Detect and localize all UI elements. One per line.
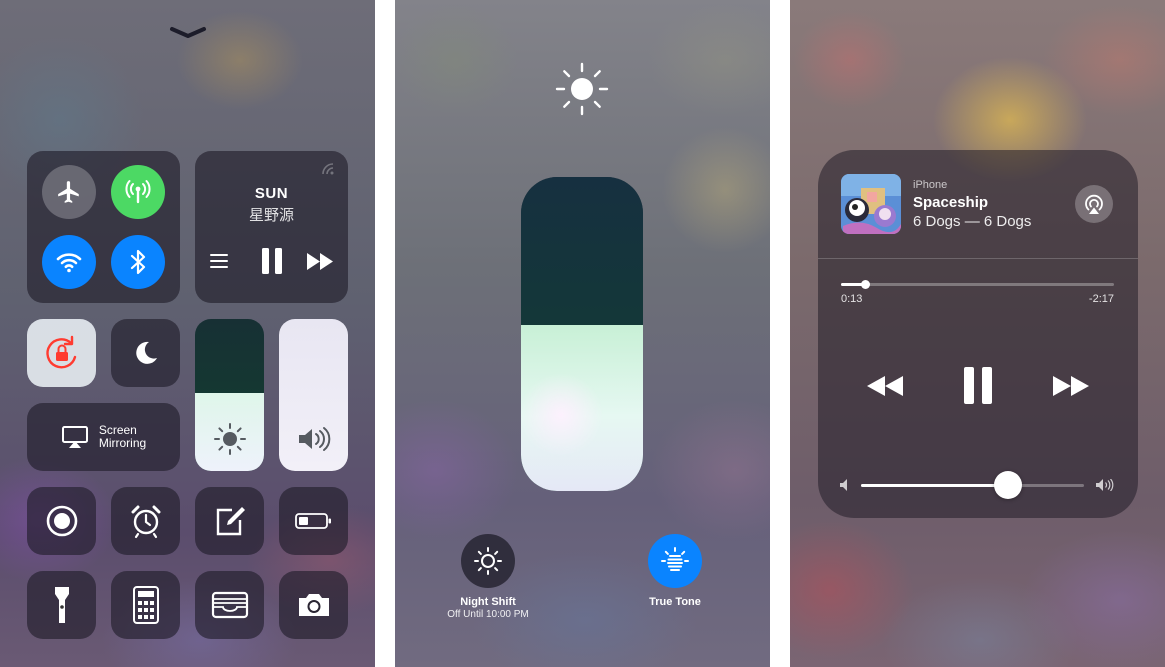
night-shift-icon [474,547,502,575]
flashlight-icon [54,587,69,623]
brightness-large-slider[interactable] [521,177,643,491]
airplay-audio-icon [1085,194,1103,214]
wifi-toggle[interactable] [42,235,96,289]
rotation-lock-icon [45,335,76,369]
screen-mirroring-button[interactable]: Screen Mirroring [27,403,180,471]
moon-icon [135,341,157,364]
wifi-icon [56,253,82,273]
night-shift-toggle[interactable] [461,534,515,588]
volume-knob[interactable] [994,471,1023,499]
song-title: Spaceship [913,194,989,211]
elapsed-time: 0:13 [841,293,863,305]
antenna-icon [125,180,151,204]
airplane-icon [58,181,79,203]
do-not-disturb-toggle[interactable] [111,319,180,387]
artist-album: 6 Dogs — 6 Dogs [913,213,1032,230]
note-pencil-icon [216,507,245,536]
wallet-icon [211,591,248,619]
notes-button[interactable] [195,487,264,555]
orientation-lock-toggle[interactable] [27,319,96,387]
divider [818,258,1138,259]
chevron-down-icon[interactable] [168,24,208,40]
scrubber-knob[interactable] [860,280,870,289]
calculator-icon [132,586,159,624]
list-icon[interactable] [210,253,228,269]
music-module[interactable]: SUN 星野源 [195,151,348,303]
record-icon [46,505,77,537]
control-center-panel: SUN 星野源 Screen Mirroring [0,0,375,667]
airplay-screen-icon [61,426,88,448]
volume-slider[interactable] [861,471,1084,499]
now-playing-card: iPhone Spaceship 6 Dogs — 6 Dogs 0:13 -2… [818,150,1138,518]
airplane-mode-toggle[interactable] [42,165,96,219]
brightness-slider[interactable] [195,319,264,471]
true-tone-toggle[interactable] [648,534,702,588]
connectivity-module [27,151,180,303]
flashlight-button[interactable] [27,571,96,639]
alarm-clock-icon [131,505,160,539]
true-tone-label: True Tone [649,596,701,608]
low-power-mode-button[interactable] [279,487,348,555]
output-device-label: iPhone [913,179,948,191]
now-playing-title: SUN [254,185,289,202]
bluetooth-toggle[interactable] [111,235,165,289]
bluetooth-icon [130,249,146,275]
cellular-data-toggle[interactable] [111,165,165,219]
airplay-audio-icon[interactable] [320,161,336,177]
alarm-button[interactable] [111,487,180,555]
volume-slider[interactable] [279,319,348,471]
screen-mirroring-label-line2: Mirroring [98,436,147,450]
playback-scrubber[interactable] [841,280,1114,289]
battery-icon [294,513,331,529]
album-artwork[interactable] [841,174,901,234]
volume-max-icon [1096,479,1114,491]
now-playing-detail-panel: iPhone Spaceship 6 Dogs — 6 Dogs 0:13 -2… [790,0,1165,667]
sun-large-icon [555,62,609,116]
screen-recording-button[interactable] [27,487,96,555]
pause-icon[interactable] [261,248,283,274]
volume-min-icon [840,479,847,491]
brightness-large-slider-fill [521,324,643,491]
night-shift-label: Night Shift [460,596,516,608]
remaining-time: -2:17 [1088,293,1114,305]
camera-icon [298,594,329,616]
fast-forward-icon[interactable] [1053,376,1089,396]
night-shift-sublabel: Off Until 10:00 PM [447,609,529,620]
speaker-icon [298,427,330,451]
sun-icon [213,423,246,455]
brightness-detail-panel: Night Shift Off Until 10:00 PM True Tone [395,0,770,667]
true-tone-icon [661,547,689,571]
pause-icon[interactable] [963,367,993,404]
calculator-button[interactable] [111,571,180,639]
camera-button[interactable] [279,571,348,639]
airplay-button[interactable] [1075,185,1113,223]
fast-forward-icon[interactable] [307,253,333,270]
now-playing-artist: 星野源 [248,207,294,224]
rewind-icon[interactable] [867,376,903,396]
wallet-button[interactable] [195,571,264,639]
